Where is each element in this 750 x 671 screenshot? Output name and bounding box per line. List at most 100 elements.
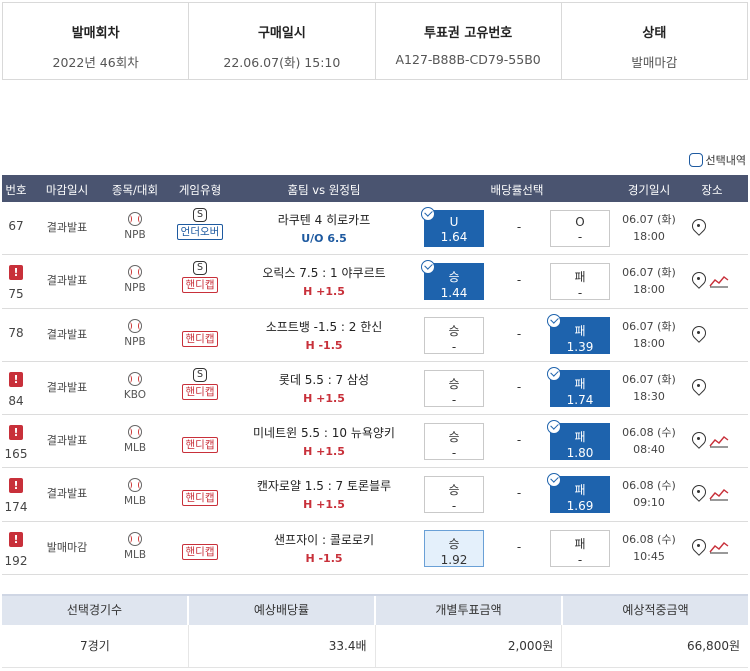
baseball-icon bbox=[128, 478, 142, 493]
game-time: 08:40 bbox=[633, 443, 665, 457]
col-header-type: 게임유형 bbox=[178, 183, 222, 197]
warning-icon: ! bbox=[9, 265, 23, 281]
trend-chart-icon[interactable] bbox=[709, 434, 729, 448]
game-time: 18:30 bbox=[633, 389, 665, 403]
ticket-info: 발매회차 2022년 46회차 구매일시 22.06.07(화) 15:10 투… bbox=[2, 2, 748, 80]
place bbox=[692, 272, 748, 289]
game-type: 핸디캡 bbox=[170, 543, 230, 560]
game-type-tag: 핸디캡 bbox=[181, 383, 219, 400]
game-time: 18:00 bbox=[633, 336, 665, 350]
trend-chart-icon[interactable] bbox=[709, 487, 729, 501]
game-datetime: 06.08 (수) 09:10 bbox=[614, 477, 684, 511]
info-label: 발매회차 bbox=[71, 26, 120, 41]
odds-home-button[interactable]: 승- bbox=[424, 316, 484, 354]
table-row: ! 174 결과발표 MLB 핸디캡 캔자로얄 1.5 : 7 토론블루 H +1.5 승 - -… bbox=[2, 468, 748, 522]
odds-home-button[interactable]: 승 1.92 bbox=[424, 529, 484, 567]
baseball-icon bbox=[128, 318, 142, 333]
select-history-checkbox[interactable] bbox=[688, 153, 703, 167]
deadline-status: 결과발표 bbox=[46, 434, 88, 448]
sport-league: KBO bbox=[110, 371, 160, 401]
summary-stake: 2,000원 bbox=[376, 625, 563, 667]
handicap-value: H -1.5 bbox=[305, 338, 343, 352]
game-time: 18:00 bbox=[633, 283, 665, 297]
game-date: 06.07 (화) bbox=[622, 319, 676, 333]
league-name: NPB bbox=[124, 335, 146, 348]
warning-icon: ! bbox=[9, 531, 23, 547]
odds-away-button[interactable]: 패 1.80 bbox=[547, 420, 610, 461]
game-time: 09:10 bbox=[633, 496, 665, 510]
odds-home-button[interactable]: 승- bbox=[424, 369, 484, 407]
single-game-icon: S bbox=[193, 261, 207, 276]
game-date: 06.08 (수) bbox=[622, 426, 676, 440]
game-time: 10:45 bbox=[633, 549, 665, 563]
select-history-toggle[interactable]: 선택내역 bbox=[688, 152, 746, 168]
league-name: MLB bbox=[123, 548, 147, 561]
summary-header-stake: 개별투표금액 bbox=[376, 596, 563, 625]
location-pin-icon[interactable] bbox=[692, 326, 706, 343]
col-header-sport: 종목/대회 bbox=[111, 183, 159, 197]
odds-away-button[interactable]: O- bbox=[550, 210, 610, 247]
col-header-date: 경기일시 bbox=[627, 183, 671, 197]
odds-value: 1.74 bbox=[566, 392, 594, 407]
check-icon bbox=[547, 366, 561, 381]
summary: 선택경기수 예상배당률 개별투표금액 예상적중금액 7경기 33.4배 2,00… bbox=[2, 594, 748, 668]
game-datetime: 06.08 (수) 10:45 bbox=[614, 531, 684, 565]
table-row: ! 75 결과발표 NPB S 핸디캡 오릭스 7.5 : 1 야쿠르트 H +1.5 승 1.4… bbox=[2, 255, 748, 309]
game-datetime: 06.08 (수) 08:40 bbox=[614, 424, 684, 458]
location-pin-icon[interactable] bbox=[692, 539, 706, 556]
location-pin-icon[interactable] bbox=[692, 272, 706, 289]
place bbox=[692, 326, 748, 343]
info-round: 발매회차 2022년 46회차 bbox=[3, 3, 190, 79]
game-number: 84 bbox=[8, 393, 24, 408]
odds-away-button[interactable]: 패 1.74 bbox=[547, 366, 610, 407]
odds-away-button[interactable]: 패- bbox=[550, 263, 610, 301]
baseball-icon bbox=[128, 212, 142, 226]
handicap-value: H +1.5 bbox=[303, 285, 345, 299]
game-type: S 언더오버 bbox=[170, 208, 230, 240]
game-date: 06.07 (화) bbox=[622, 372, 676, 386]
select-history-label: 선택내역 bbox=[705, 154, 746, 167]
odds-home-button[interactable]: 승- bbox=[424, 476, 484, 514]
trend-chart-icon[interactable] bbox=[709, 540, 729, 554]
place bbox=[692, 219, 748, 236]
odds-value: 1.92 bbox=[440, 552, 468, 567]
sport-league: MLB bbox=[110, 478, 160, 507]
odds-label: O bbox=[575, 215, 585, 229]
odds-away-button[interactable]: 패- bbox=[550, 529, 610, 567]
odds-home-button[interactable]: 승 1.44 bbox=[421, 260, 484, 301]
trend-chart-icon[interactable] bbox=[709, 274, 729, 288]
table-body: 67 결과발표 NPB S 언더오버 라쿠텐 4 히로카프 U/O 6.5 U 1.64- O -0… bbox=[2, 202, 748, 576]
sport-league: MLB bbox=[110, 425, 160, 454]
odds-away-button[interactable]: 패 1.69 bbox=[547, 473, 610, 514]
deadline-status: 결과발표 bbox=[46, 327, 88, 341]
odds-draw: - bbox=[516, 433, 522, 448]
game-date: 06.07 (화) bbox=[622, 266, 676, 280]
deadline-status: 결과발표 bbox=[46, 274, 88, 288]
location-pin-icon[interactable] bbox=[692, 379, 706, 396]
sport-league: NPB bbox=[110, 265, 160, 294]
info-purchase-time: 구매일시 22.06.07(화) 15:10 bbox=[189, 3, 376, 79]
league-name: NPB bbox=[124, 282, 146, 295]
league-name: MLB bbox=[123, 495, 147, 508]
deadline-status: 결과발표 bbox=[46, 221, 88, 234]
location-pin-icon[interactable] bbox=[692, 432, 706, 449]
game-number: 192 bbox=[4, 553, 28, 568]
game-date: 06.07 (화) bbox=[622, 213, 676, 226]
match-info: 라쿠텐 4 히로카프 U/O 6.5 bbox=[234, 211, 414, 245]
league-name: MLB bbox=[123, 442, 147, 455]
odds-value: 1.39 bbox=[566, 339, 594, 354]
warning-icon: ! bbox=[9, 371, 23, 387]
location-pin-icon[interactable] bbox=[692, 485, 706, 502]
odds-label: 승 bbox=[448, 430, 460, 445]
odds-home-button[interactable]: 승- bbox=[424, 423, 484, 461]
location-pin-icon[interactable] bbox=[692, 219, 706, 236]
odds-away-button[interactable]: 패 1.39 bbox=[547, 313, 610, 354]
info-ticket-id: 투표권 고유번호 A127-B88B-CD79-55B0 bbox=[376, 3, 562, 79]
odds-draw: - bbox=[516, 273, 522, 288]
game-datetime: 06.07 (화) 18:00 bbox=[614, 211, 684, 245]
match-info: 소프트뱅 -1.5 : 2 한신 H -1.5 bbox=[234, 318, 414, 352]
league-name: KBO bbox=[123, 388, 147, 401]
odds-value: - bbox=[577, 286, 583, 301]
game-type-tag: 핸디캡 bbox=[181, 437, 219, 454]
odds-home-button[interactable]: U 1.64 bbox=[421, 207, 484, 247]
